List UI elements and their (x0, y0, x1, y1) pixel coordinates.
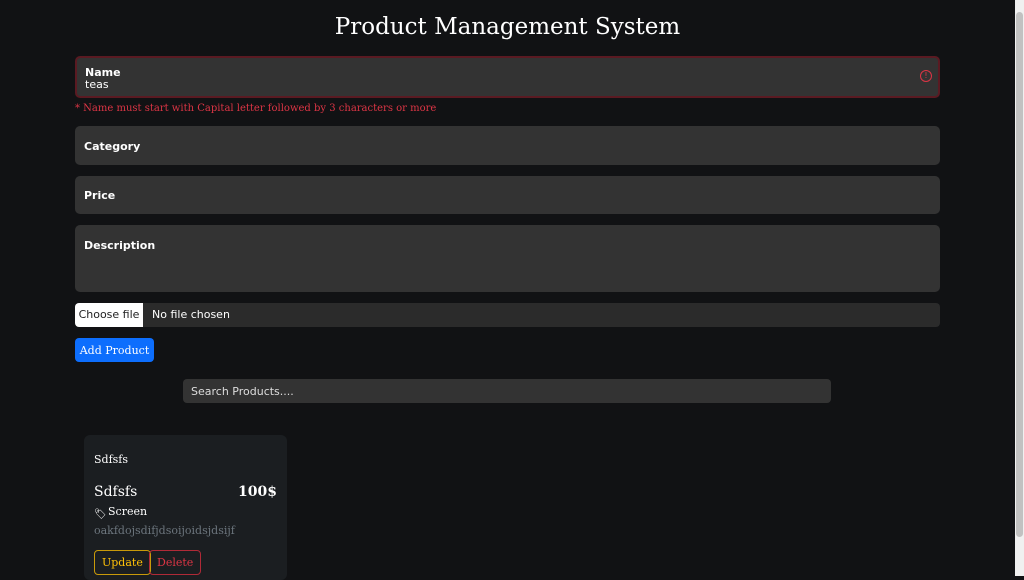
error-icon: ! (920, 70, 932, 82)
add-product-button[interactable]: Add Product (75, 338, 154, 362)
product-image: Sdfsfs (94, 453, 129, 466)
tag-icon: 🏷 (94, 509, 107, 520)
delete-button[interactable]: Delete (149, 550, 202, 575)
price-field[interactable]: Price (75, 176, 940, 214)
search-input[interactable] (183, 379, 831, 403)
product-name: Sdfsfs (94, 484, 138, 500)
scrollbar[interactable] (1015, 0, 1024, 576)
file-input[interactable]: Choose file No file chosen (75, 303, 940, 327)
name-value: teas (85, 78, 109, 91)
description-field[interactable]: Description (75, 225, 940, 292)
file-status: No file chosen (152, 308, 230, 321)
product-category: Screen (108, 505, 148, 518)
price-label: Price (84, 189, 116, 202)
category-field[interactable]: Category (75, 126, 940, 165)
name-field[interactable]: Name teas ! (75, 56, 940, 98)
description-label: Description (84, 239, 156, 252)
product-card: Sdfsfs Sdfsfs 100$ 🏷 Screen oakfdojsdifj… (84, 435, 287, 580)
choose-file-button[interactable]: Choose file (75, 303, 143, 327)
category-label: Category (84, 140, 141, 153)
name-error-message: * Name must start with Capital letter fo… (75, 103, 437, 114)
product-description: oakfdojsdifjdsoijoidsjdsijf (94, 524, 235, 537)
product-price: 100$ (238, 484, 277, 500)
page-title: Product Management System (334, 14, 681, 40)
update-button[interactable]: Update (94, 550, 151, 575)
scrollbar-thumb[interactable] (1016, 12, 1023, 537)
